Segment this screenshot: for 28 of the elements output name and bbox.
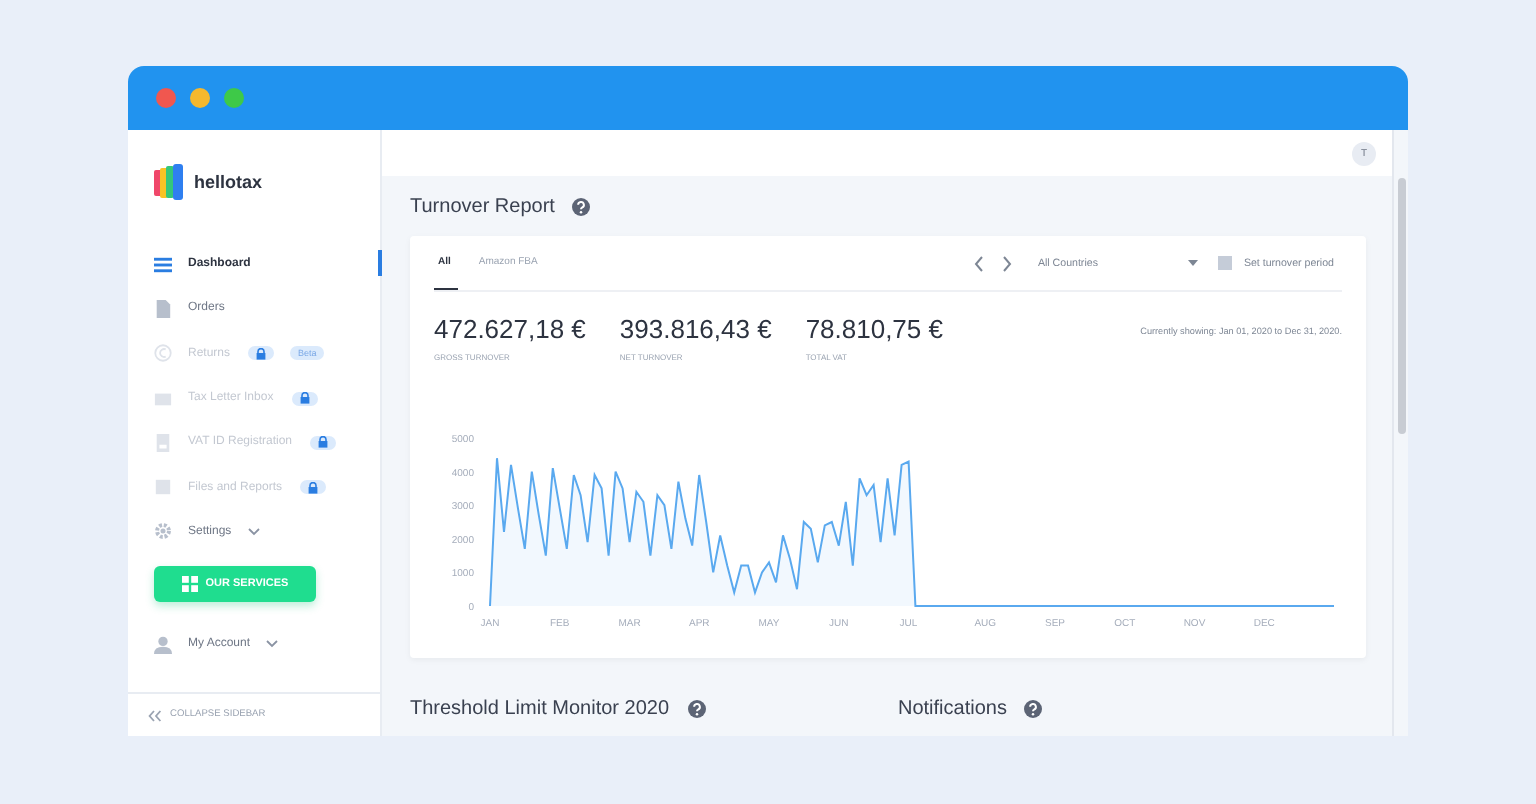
total-value: 472.627,18 € — [434, 314, 586, 344]
settings-icon — [154, 522, 172, 541]
help-icon[interactable] — [687, 699, 706, 717]
double-chevron-icon — [148, 709, 162, 721]
menu-icon — [154, 255, 172, 274]
total-value: 393.816,43 € — [619, 314, 772, 344]
window-control[interactable] — [190, 88, 210, 108]
help-icon[interactable] — [1024, 699, 1043, 717]
help-icon[interactable] — [572, 197, 591, 215]
logo-icon — [154, 164, 184, 200]
lock-icon — [299, 392, 310, 405]
lock-icon — [308, 481, 319, 494]
section-title: Notifications — [898, 697, 1007, 719]
scrollbar[interactable] — [1392, 130, 1408, 736]
chevron-left-icon[interactable] — [973, 255, 984, 271]
user-icon — [154, 635, 172, 654]
total-value: 78.810,75 € — [805, 314, 943, 344]
coin-icon — [154, 344, 172, 363]
lock-icon — [256, 347, 267, 360]
id-card-icon — [154, 433, 172, 452]
lock-icon — [318, 436, 329, 449]
document-icon — [154, 299, 172, 318]
chevron-right-icon[interactable] — [1001, 255, 1012, 271]
caret-icon — [1187, 260, 1198, 266]
section-title: Turnover Report — [410, 195, 555, 217]
section-title: Threshold Limit Monitor 2020 — [410, 697, 670, 719]
grid-icon — [181, 576, 198, 593]
logo-text: hellotax — [194, 172, 263, 192]
